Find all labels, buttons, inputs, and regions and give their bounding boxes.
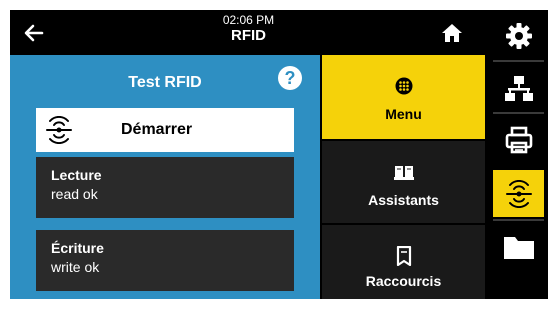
tile-menu-label: Menu	[385, 106, 422, 122]
toolbar-storage-button[interactable]	[493, 223, 544, 270]
toolbar-settings-button[interactable]	[493, 12, 544, 59]
write-result-value: write ok	[51, 259, 100, 275]
bookmark-icon	[396, 246, 411, 266]
read-result-value: read ok	[51, 186, 98, 202]
side-toolbar	[487, 10, 548, 299]
tile-menu[interactable]: Menu	[322, 55, 485, 139]
rfid-icon	[46, 116, 72, 144]
toolbar-divider	[493, 219, 544, 221]
menu-dots-icon	[395, 77, 412, 95]
toolbar-divider	[493, 112, 544, 114]
write-result-label: Écriture	[51, 240, 104, 256]
page-title: RFID	[231, 27, 266, 44]
tile-assistants-label: Assistants	[368, 192, 439, 208]
read-result-label: Lecture	[51, 167, 102, 183]
rfid-test-panel: Test RFID ? Démarrer Lecture read ok Écr…	[10, 55, 320, 299]
tile-assistants[interactable]: Assistants	[322, 141, 485, 223]
rfid-icon	[505, 179, 532, 208]
read-result: Lecture read ok	[36, 157, 294, 218]
book-icon	[393, 166, 414, 180]
gear-icon	[505, 22, 532, 49]
start-button-label: Démarrer	[121, 121, 193, 138]
panel-title: Test RFID	[128, 74, 202, 91]
clock-time: 02:06 PM	[222, 13, 275, 27]
printer-icon	[505, 126, 532, 153]
toolbar-divider	[493, 60, 544, 62]
printer-screen: 02:06 PM RFID Test RFID ? Démarrer Lectu…	[10, 10, 548, 299]
home-button[interactable]	[439, 20, 465, 46]
tile-shortcuts-label: Raccourcis	[365, 273, 442, 289]
header-bar: 02:06 PM RFID	[10, 10, 487, 55]
home-icon	[442, 24, 462, 42]
help-icon[interactable]: ?	[278, 66, 302, 90]
start-button[interactable]: Démarrer	[36, 108, 294, 152]
folder-icon	[503, 236, 534, 259]
toolbar-network-button[interactable]	[493, 64, 544, 111]
network-icon	[504, 75, 533, 101]
write-result: Écriture write ok	[36, 230, 294, 291]
tile-shortcuts[interactable]: Raccourcis	[322, 225, 485, 299]
toolbar-printer-button[interactable]	[493, 116, 544, 163]
toolbar-rfid-button[interactable]	[493, 170, 544, 217]
